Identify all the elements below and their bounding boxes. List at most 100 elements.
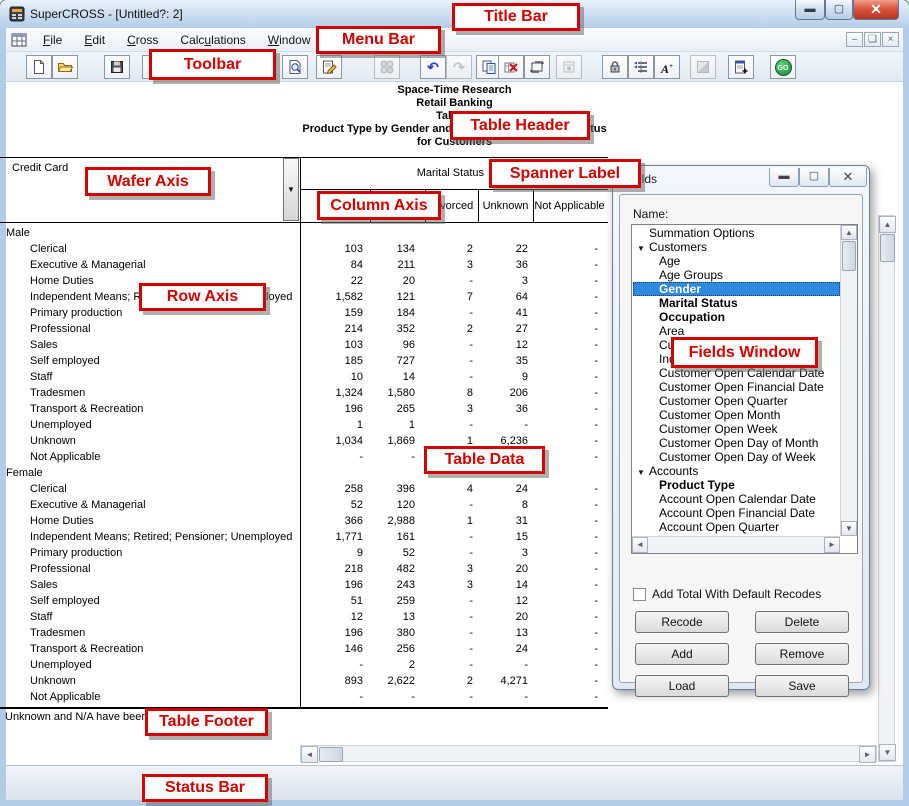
data-cell[interactable]: 12 [478,337,533,353]
data-cell[interactable]: - [533,321,603,337]
data-cell[interactable]: 265 [368,401,420,417]
data-cell[interactable]: - [420,353,478,369]
data-cell[interactable]: 103 [300,241,368,257]
field-item-age[interactable]: Age [633,254,840,268]
data-cell[interactable]: - [533,609,603,625]
data-cell[interactable]: - [420,337,478,353]
data-cell[interactable]: - [533,593,603,609]
data-cell[interactable]: 3 [478,545,533,561]
field-item-customer-open-day-of-week[interactable]: Customer Open Day of Week [633,450,840,464]
data-cell[interactable]: 1,324 [300,385,368,401]
data-cell[interactable]: - [533,273,603,289]
data-cell[interactable]: - [420,369,478,385]
vertical-scrollbar[interactable]: ▲ ▼ [878,215,895,762]
column-header-unknown[interactable]: Unknown [478,190,533,222]
data-cell[interactable]: - [420,529,478,545]
data-cell[interactable]: - [420,305,478,321]
data-cell[interactable]: - [533,241,603,257]
close-button[interactable]: ✕ [853,0,899,20]
field-item-account-open-financial-date[interactable]: Account Open Financial Date [633,506,840,520]
data-cell[interactable]: - [420,593,478,609]
data-cell[interactable]: - [533,353,603,369]
data-cell[interactable]: 13 [368,609,420,625]
data-cell[interactable]: 893 [300,673,368,689]
data-cell[interactable]: 196 [300,577,368,593]
data-cell[interactable]: 2,988 [368,513,420,529]
data-cell[interactable]: 3 [420,577,478,593]
data-cell[interactable]: - [420,609,478,625]
scroll-down-button[interactable]: ▼ [879,744,896,761]
data-cell[interactable]: 52 [368,545,420,561]
data-cell[interactable]: - [420,497,478,513]
save-button[interactable]: Save [755,675,849,697]
data-cell[interactable]: - [533,529,603,545]
data-cell[interactable]: 134 [368,241,420,257]
data-cell[interactable]: 20 [478,561,533,577]
data-cell[interactable]: 206 [478,385,533,401]
data-cell[interactable]: 1 [368,417,420,433]
fields-scroll-up-button[interactable]: ▲ [841,225,857,240]
data-cell[interactable]: 41 [478,305,533,321]
data-cell[interactable]: - [533,577,603,593]
data-cell[interactable]: 8 [420,385,478,401]
spanner-label[interactable]: Marital Status [300,167,484,179]
menu-item-file[interactable]: File [32,28,73,52]
field-item-summation-options[interactable]: Summation Options [633,226,840,240]
data-cell[interactable]: 121 [368,289,420,305]
data-cell[interactable]: 9 [478,369,533,385]
fields-horizontal-scrollbar[interactable]: ◄ ► [632,536,840,553]
new-table-button[interactable] [26,55,52,79]
data-cell[interactable]: 1,034 [300,433,368,449]
horizontal-scrollbar[interactable]: ◄ ► [300,745,877,762]
data-cell[interactable]: 52 [300,497,368,513]
data-cell[interactable]: - [478,657,533,673]
data-cell[interactable]: - [420,273,478,289]
data-cell[interactable]: 103 [300,337,368,353]
data-cell[interactable]: 1,580 [368,385,420,401]
field-options-button[interactable] [628,55,654,79]
data-cell[interactable]: 161 [368,529,420,545]
data-cell[interactable]: 4,271 [478,673,533,689]
data-cell[interactable]: 31 [478,513,533,529]
data-cell[interactable]: 3 [420,561,478,577]
data-cell[interactable]: - [533,337,603,353]
data-cell[interactable]: 120 [368,497,420,513]
field-item-accounts[interactable]: ▼Accounts [633,464,840,478]
undo-button[interactable]: ↶ [420,55,446,79]
data-cell[interactable]: 10 [300,369,368,385]
field-item-product-type[interactable]: Product Type [633,478,840,492]
data-cell[interactable]: 36 [478,401,533,417]
data-cell[interactable]: 146 [300,641,368,657]
mdi-close-button[interactable]: × [882,32,899,47]
data-cell[interactable]: - [420,545,478,561]
field-item-gender[interactable]: Gender [633,282,840,296]
wafer-dropdown-button[interactable]: ▼ [283,158,299,221]
data-cell[interactable]: 22 [300,273,368,289]
add-button[interactable]: Add [635,643,729,665]
data-cell[interactable]: 9 [300,545,368,561]
data-cell[interactable]: 22 [478,241,533,257]
data-cell[interactable]: - [533,385,603,401]
data-cell[interactable]: 14 [368,369,420,385]
go-button[interactable]: GO [770,55,796,79]
data-cell[interactable]: - [300,689,368,705]
add-annotation-button[interactable] [728,55,754,79]
mdi-restore-button[interactable]: ❑ [864,32,881,47]
data-cell[interactable]: - [533,561,603,577]
data-cell[interactable]: 7 [420,289,478,305]
data-cell[interactable]: - [533,289,603,305]
data-cell[interactable]: 214 [300,321,368,337]
field-item-marital-status[interactable]: Marital Status [633,296,840,310]
load-button[interactable]: Load [635,675,729,697]
data-cell[interactable]: 243 [368,577,420,593]
remove-button[interactable]: Remove [755,643,849,665]
data-cell[interactable]: - [368,689,420,705]
data-cell[interactable]: - [478,417,533,433]
data-cell[interactable]: 20 [368,273,420,289]
data-cell[interactable]: 218 [300,561,368,577]
table-options-button[interactable] [556,55,582,79]
data-cell[interactable]: 1 [420,513,478,529]
data-cell[interactable]: 2 [368,657,420,673]
data-cell[interactable]: - [533,689,603,705]
data-cell[interactable]: 1 [300,417,368,433]
